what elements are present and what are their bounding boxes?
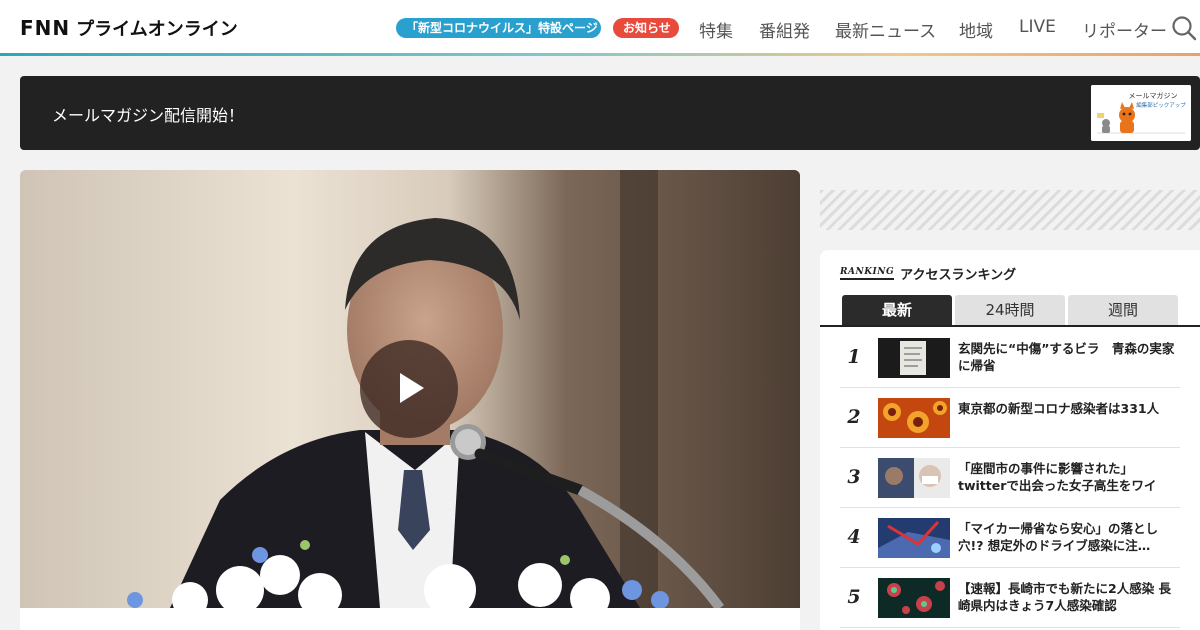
ranking-thumbnail — [878, 398, 950, 438]
ranking-item-1[interactable]: 1 玄関先に“中傷”するビラ 青森の実家に帰省 — [840, 328, 1180, 388]
corona-special-page-link[interactable]: 「新型コロナウイルス」特設ページ — [396, 18, 601, 38]
ranking-tabs: 最新 24時間 週間 — [820, 295, 1200, 327]
banner-thumbnail: メールマガジン 編集部ピックアップ — [1091, 85, 1191, 141]
ranking-thumbnail — [878, 518, 950, 558]
ranking-thumbnail — [878, 578, 950, 618]
ranking-item-2[interactable]: 2 東京都の新型コロナ感染者は331人 — [840, 388, 1180, 448]
rank-number: 1 — [847, 346, 861, 368]
play-icon — [400, 373, 424, 403]
ranking-item-4[interactable]: 4 「マイカー帰省なら安心」の落とし穴!? 想定外のドライブ感染に注… — [840, 508, 1180, 568]
access-ranking-panel: RANKING アクセスランキング 最新 24時間 週間 1 玄関先に“中傷”す… — [820, 250, 1200, 630]
search-icon[interactable] — [1171, 15, 1197, 41]
ranking-thumbnail — [878, 338, 950, 378]
notice-link[interactable]: お知らせ — [613, 18, 679, 38]
tab-weekly[interactable]: 週間 — [1068, 295, 1178, 325]
rank-number: 5 — [847, 586, 861, 608]
logo-mark: FNN — [20, 16, 71, 40]
nav-item-live[interactable]: LIVE — [1019, 17, 1056, 37]
mail-magazine-banner[interactable]: メールマガジン配信開始！ メールマガジン 編集部ピックアップ — [20, 76, 1200, 150]
site-header: FNN プライムオンライン 「新型コロナウイルス」特設ページ お知らせ 特集 番… — [0, 0, 1200, 54]
nav-item-programs[interactable]: 番組発 — [759, 17, 810, 42]
tab-latest[interactable]: 最新 — [842, 295, 952, 325]
mascot-illustration: メールマガジン 編集部ピックアップ — [1091, 85, 1191, 141]
nav-item-latest-news[interactable]: 最新ニュース — [835, 17, 936, 42]
nav-item-regions[interactable]: 地域 — [959, 17, 993, 42]
rank-number: 4 — [847, 526, 861, 548]
header-accent-line — [0, 53, 1200, 56]
ranking-headline: 「座間市の事件に影響された」twitterで出会った女子高生をワイヤ… — [958, 461, 1157, 496]
nav-item-features[interactable]: 特集 — [699, 17, 733, 42]
ranking-heading: RANKING アクセスランキング — [840, 264, 1016, 283]
site-logo[interactable]: FNN プライムオンライン — [20, 16, 238, 40]
ranking-item-3[interactable]: 3 「座間市の事件に影響された」twitterで出会った女子高生をワイヤ… — [840, 448, 1180, 508]
play-button[interactable] — [360, 340, 458, 438]
thumb-caption-2: 編集部ピックアップ — [1136, 101, 1186, 109]
tab-24-hours[interactable]: 24時間 — [955, 295, 1065, 325]
ad-placeholder — [820, 190, 1200, 230]
ranking-title: アクセスランキング — [900, 268, 1017, 283]
ranking-badge: RANKING — [840, 267, 895, 280]
ranking-headline: 東京都の新型コロナ感染者は331人 — [958, 401, 1160, 416]
ranking-thumbnail — [878, 458, 950, 498]
logo-text: プライムオンライン — [76, 19, 238, 40]
main-video-player[interactable] — [20, 170, 800, 630]
rank-number: 3 — [847, 466, 861, 488]
banner-text: メールマガジン配信開始！ — [52, 106, 245, 125]
ranking-headline: 玄関先に“中傷”するビラ 青森の実家に帰省 — [958, 341, 1175, 373]
ranking-headline: 【速報】長崎市でも新たに2人感染 長崎県内はきょう7人感染確認 — [958, 581, 1172, 613]
ranking-item-5[interactable]: 5 【速報】長崎市でも新たに2人感染 長崎県内はきょう7人感染確認 — [840, 568, 1180, 628]
thumb-caption-1: メールマガジン — [1129, 91, 1178, 100]
ranking-headline: 「マイカー帰省なら安心」の落とし穴!? 想定外のドライブ感染に注… — [958, 521, 1159, 553]
rank-number: 2 — [847, 406, 861, 428]
nav-item-reporter[interactable]: リポーター — [1082, 17, 1167, 42]
